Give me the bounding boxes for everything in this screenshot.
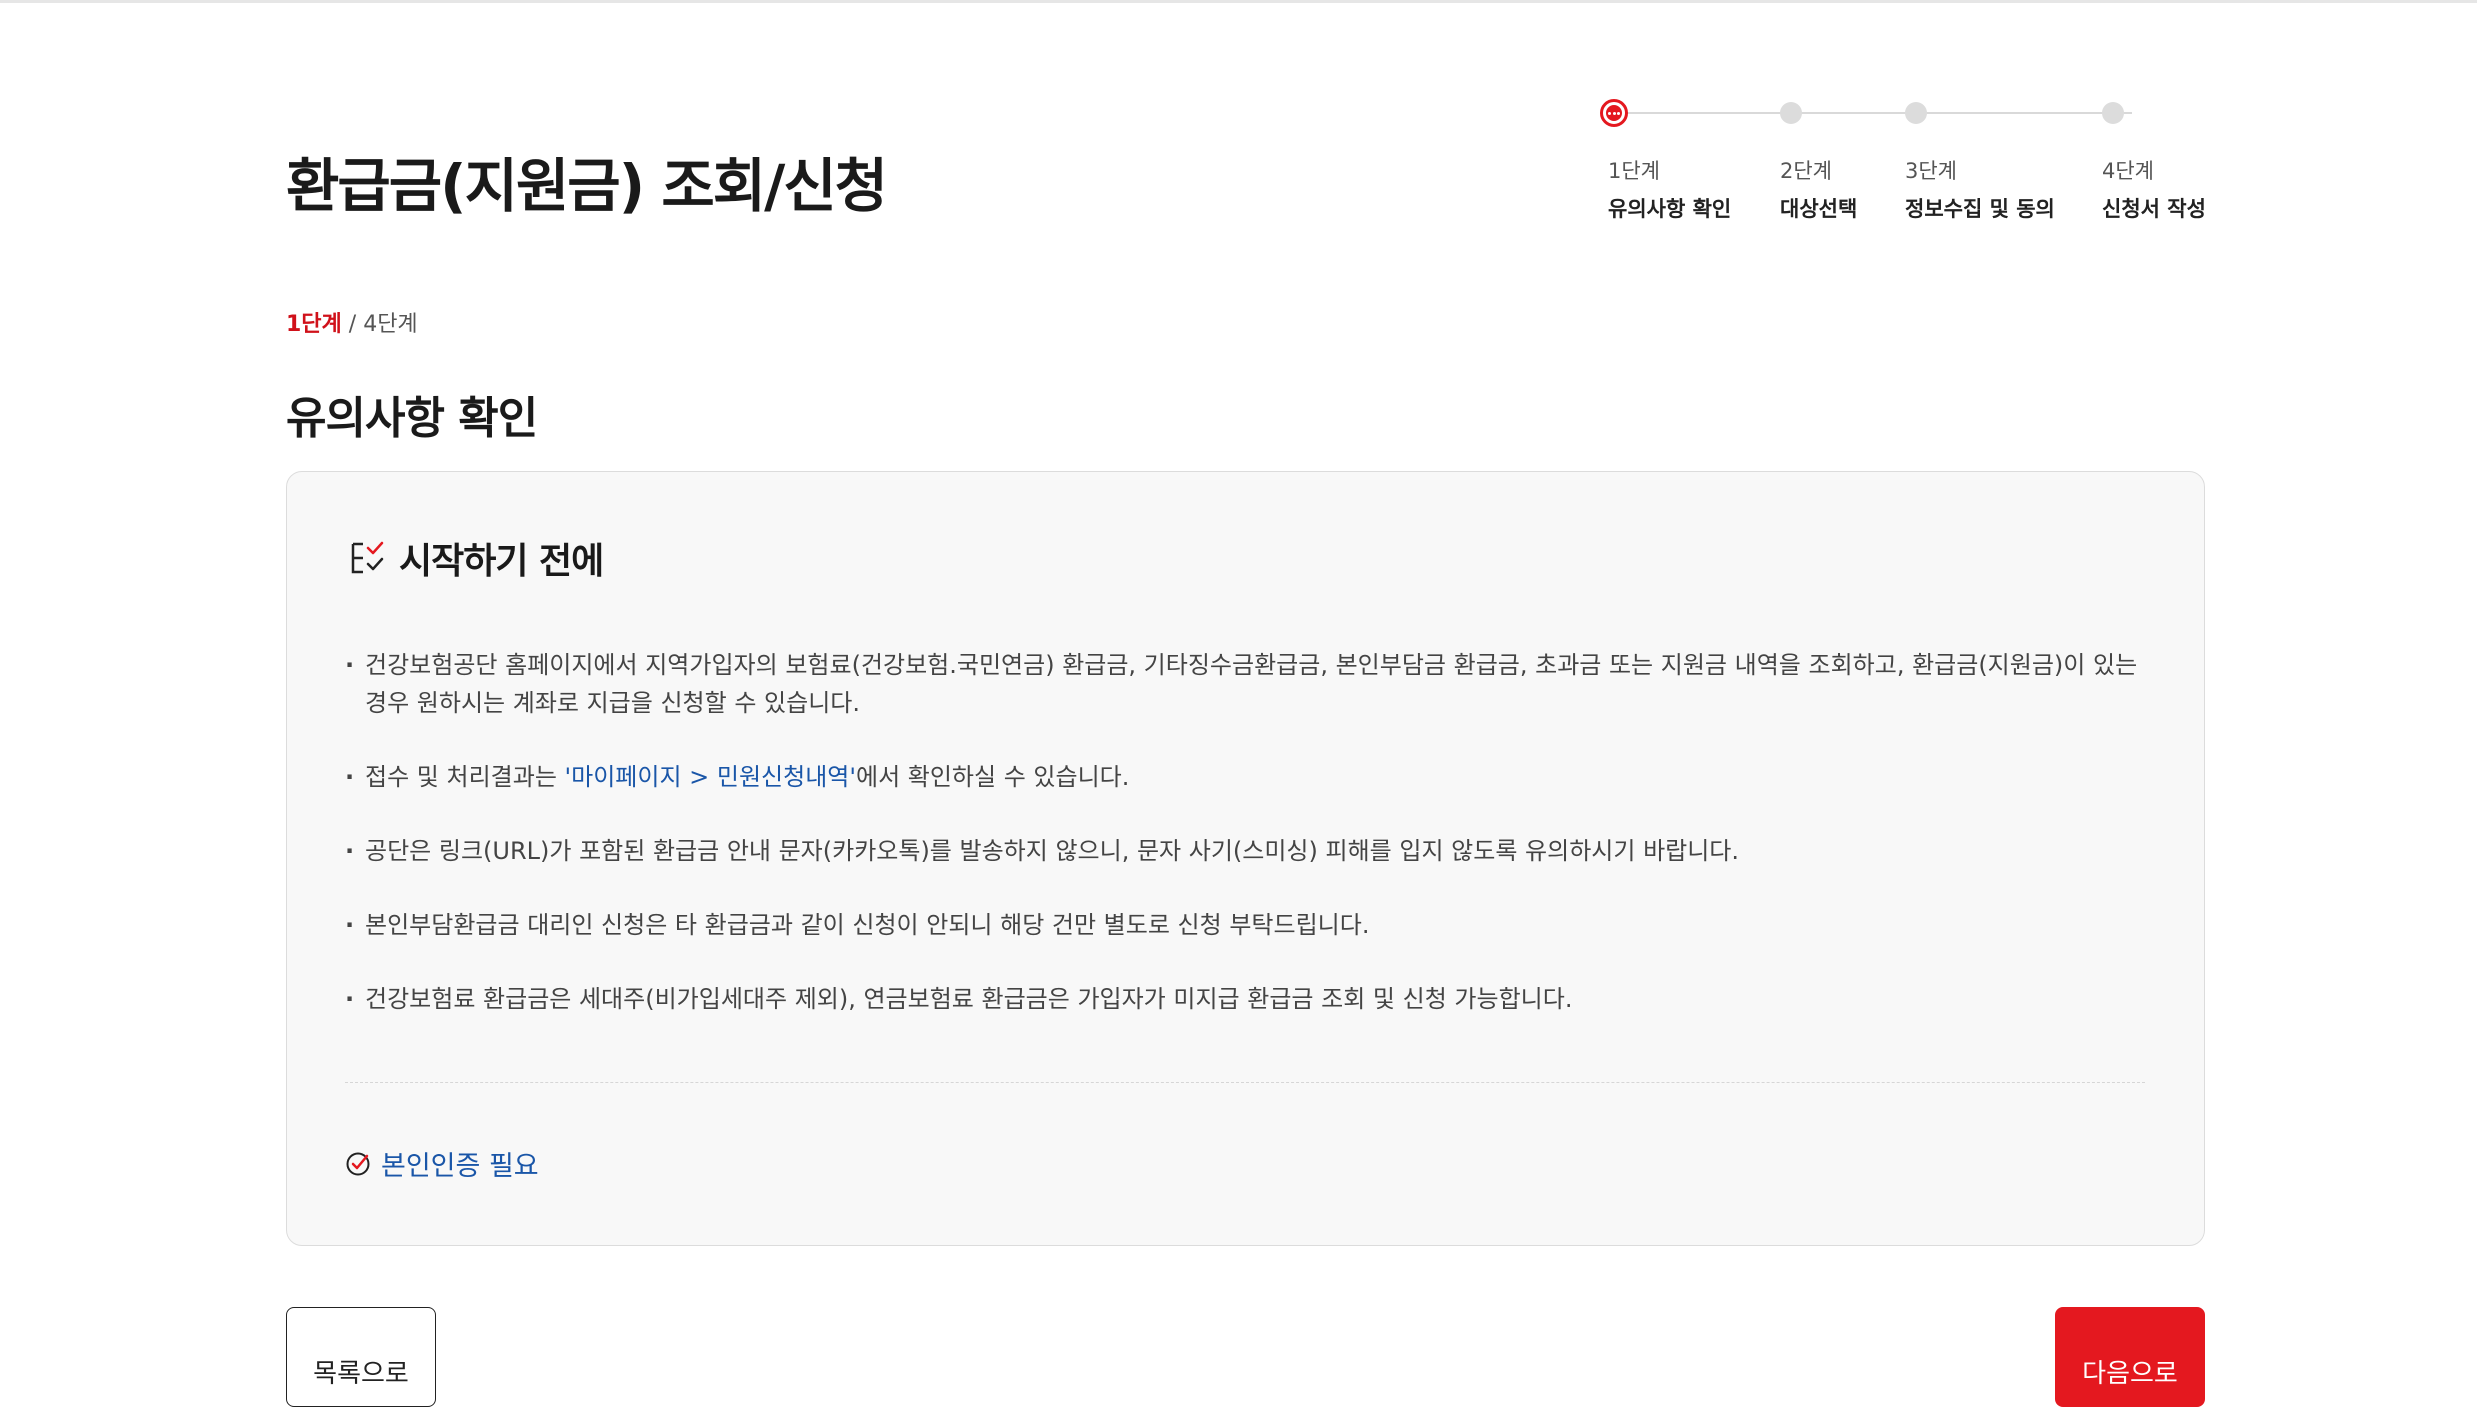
stage-total: / 4단계 xyxy=(341,312,418,337)
stage-indicator: 1단계 / 4단계 xyxy=(286,306,418,338)
step-3-label: 정보수집 및 동의 xyxy=(1905,197,2055,221)
notice-heading-text: 시작하기 전에 xyxy=(399,541,604,582)
stage-current: 1단계 xyxy=(286,312,342,337)
divider xyxy=(345,1082,2145,1083)
mypage-link[interactable]: '마이페이지 > 민원신청내역' xyxy=(565,763,856,791)
step-2-indicator-icon xyxy=(1780,102,1802,124)
back-to-list-button[interactable]: 목록으로 xyxy=(286,1307,436,1407)
step-1-indicator-icon xyxy=(1600,99,1628,127)
next-button[interactable]: 다음으로 xyxy=(2055,1307,2205,1407)
step-1-number: 1단계 xyxy=(1608,159,1661,183)
notice-item: 본인부담환급금 대리인 신청은 타 환급금과 같이 신청이 안되니 해당 건만 … xyxy=(345,906,2145,944)
section-title: 유의사항 확인 xyxy=(286,392,538,444)
checklist-icon xyxy=(351,541,384,574)
step-1-label: 유의사항 확인 xyxy=(1608,197,1732,221)
notice-box: 시작하기 전에 건강보험공단 홈페이지에서 지역가입자의 보험료(건강보험.국민… xyxy=(286,471,2205,1246)
notice-list: 건강보험공단 홈페이지에서 지역가입자의 보험료(건강보험.국민연금) 환급금,… xyxy=(345,646,2145,1054)
step-3-indicator-icon xyxy=(1905,102,1927,124)
progress-stepper: 1단계 유의사항 확인 2단계 대상선택 3단계 정보수집 및 동의 4단계 신… xyxy=(1600,95,2240,235)
notice-item: 건강보험료 환급금은 세대주(비가입세대주 제외), 연금보험료 환급금은 가입… xyxy=(345,980,2145,1018)
notice-item-text: 접수 및 처리결과는 xyxy=(365,763,565,791)
step-4-label: 신청서 작성 xyxy=(2102,197,2206,221)
step-4-number: 4단계 xyxy=(2102,159,2155,183)
notice-item: 공단은 링크(URL)가 포함된 환급금 안내 문자(카카오톡)를 발송하지 않… xyxy=(345,832,2145,870)
notice-heading: 시작하기 전에 xyxy=(349,532,604,584)
step-2-label: 대상선택 xyxy=(1780,197,1858,221)
step-3-number: 3단계 xyxy=(1905,159,1958,183)
notice-item: 건강보험공단 홈페이지에서 지역가입자의 보험료(건강보험.국민연금) 환급금,… xyxy=(345,646,2145,722)
auth-required-text: 본인인증 필요 xyxy=(381,1151,539,1182)
notice-item-text: 에서 확인하실 수 있습니다. xyxy=(855,763,1130,791)
step-4-indicator-icon xyxy=(2102,102,2124,124)
step-2-number: 2단계 xyxy=(1780,159,1833,183)
page-title: 환급금(지원금) 조회/신청 xyxy=(286,151,888,220)
stepper-line xyxy=(1622,112,2132,114)
notice-item: 접수 및 처리결과는 '마이페이지 > 민원신청내역'에서 확인하실 수 있습니… xyxy=(345,758,2145,796)
auth-required: 본인인증 필요 xyxy=(345,1144,539,1183)
top-border xyxy=(0,0,2477,3)
check-circle-icon xyxy=(346,1152,370,1175)
